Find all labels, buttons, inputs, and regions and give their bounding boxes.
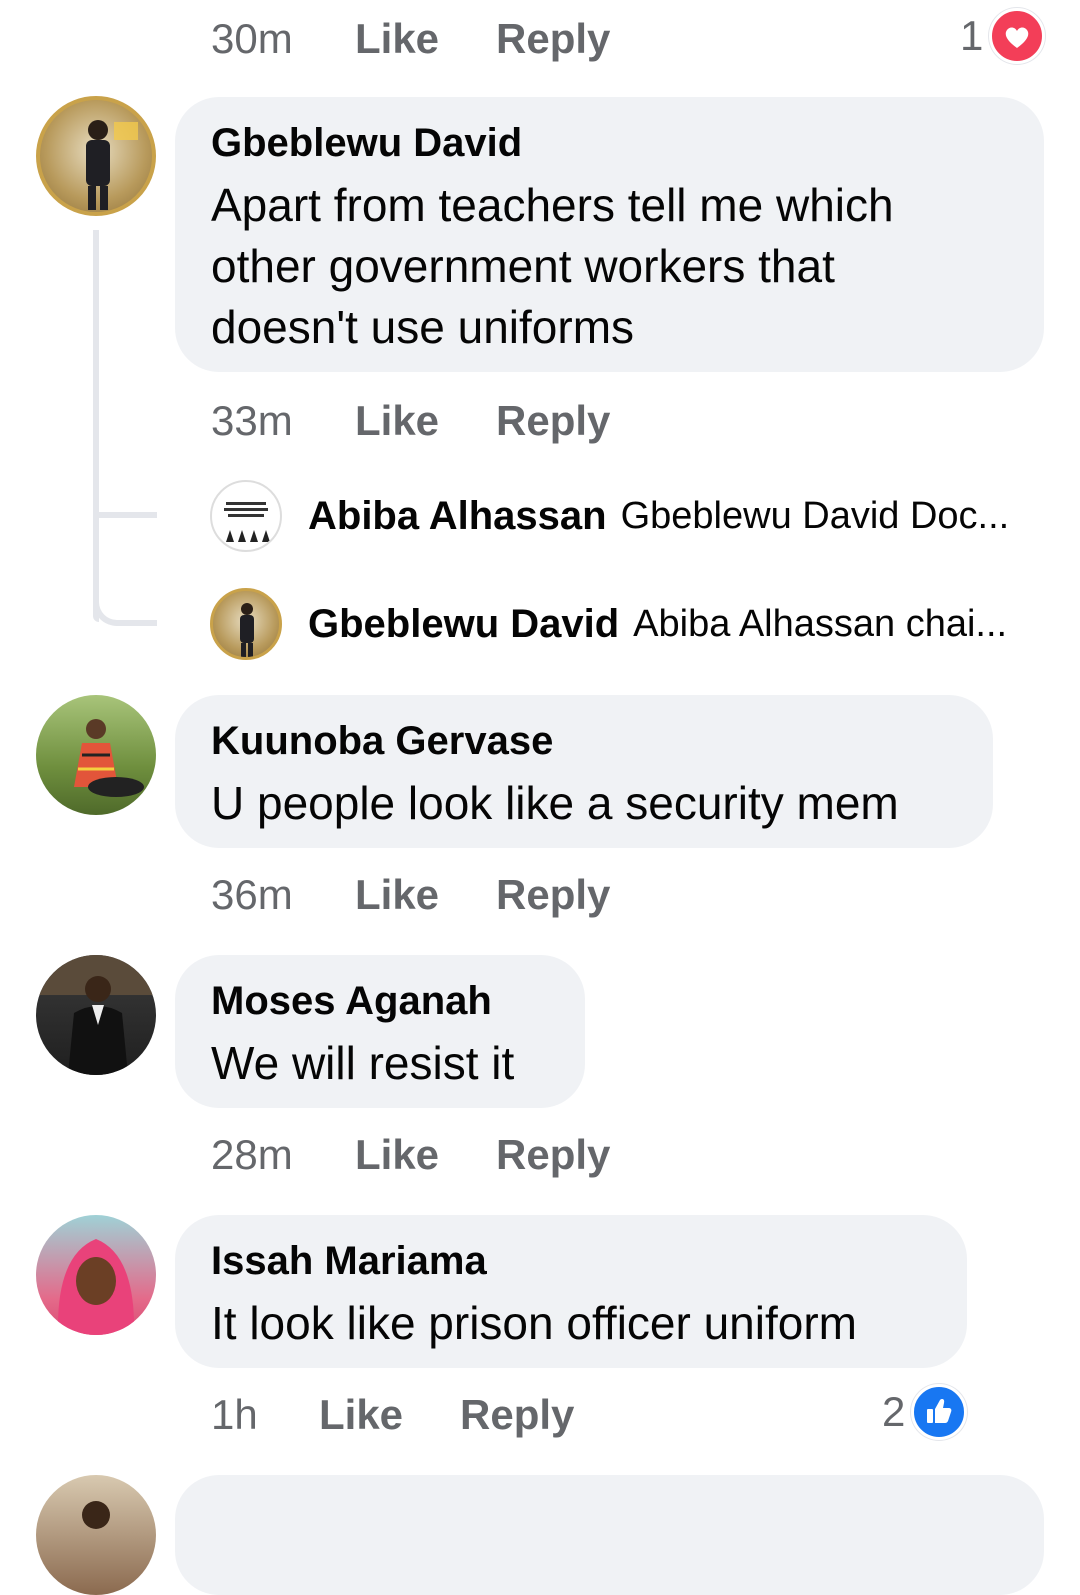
reply-button[interactable]: Reply [496, 1130, 610, 1180]
like-button[interactable]: Like [319, 1390, 460, 1440]
timestamp: 1h [211, 1391, 258, 1438]
reply-preview[interactable]: Abiba Alhassan Gbeblewu David Doc... [210, 480, 1040, 552]
like-button[interactable]: Like [355, 870, 496, 920]
avatar[interactable] [210, 588, 282, 660]
comment-text: U people look like a security mem [211, 777, 899, 829]
comment-bubble [175, 1475, 1044, 1595]
reaction-summary[interactable]: 1 [960, 8, 1046, 64]
comment-text: Apart from teachers tell me which other … [211, 179, 894, 353]
quote-image-icon [224, 502, 270, 542]
reaction-count: 1 [960, 12, 984, 59]
avatar[interactable] [36, 1475, 156, 1595]
avatar[interactable] [210, 480, 282, 552]
comment-bubble: Kuunoba Gervase U people look like a sec… [175, 695, 993, 848]
comment-actions: 36m Like Reply [211, 870, 610, 920]
comment-text: We will resist it [211, 1037, 515, 1089]
comment-actions: 28m Like Reply [211, 1130, 610, 1180]
avatar[interactable] [36, 695, 156, 815]
reaction-count: 2 [882, 1388, 906, 1435]
timestamp: 33m [211, 397, 293, 444]
reply-button[interactable]: Reply [496, 396, 610, 446]
thread-branch [93, 590, 157, 626]
comment-author[interactable]: Gbeblewu David [211, 119, 1008, 167]
reply-author[interactable]: Abiba Alhassan [308, 494, 607, 539]
child-photo-icon [74, 719, 144, 797]
comment-author[interactable]: Moses Aganah [211, 977, 549, 1025]
thumbs-up-icon [911, 1384, 968, 1440]
person-photo-icon [57, 1239, 135, 1335]
person-photo-icon [36, 955, 156, 1075]
reply-author[interactable]: Gbeblewu David [308, 602, 619, 647]
like-button[interactable]: Like [355, 396, 496, 446]
thread-branch [93, 512, 157, 518]
comment-text: It look like prison officer uniform [211, 1297, 857, 1349]
reply-button[interactable]: Reply [496, 870, 610, 920]
comment-bubble: Gbeblewu David Apart from teachers tell … [175, 97, 1044, 372]
comment-author[interactable]: Kuunoba Gervase [211, 717, 957, 765]
comment-author[interactable]: Issah Mariama [211, 1237, 931, 1285]
person-photo-icon [82, 1501, 110, 1529]
heart-icon [989, 8, 1046, 64]
like-button[interactable]: Like [355, 14, 496, 64]
reply-preview[interactable]: Gbeblewu David Abiba Alhassan chai... [210, 588, 1040, 660]
person-photo-icon [240, 603, 254, 657]
comment-actions: 33m Like Reply [211, 396, 610, 446]
reaction-summary[interactable]: 2 [882, 1384, 968, 1440]
comment-bubble: Issah Mariama It look like prison office… [175, 1215, 967, 1368]
comment-bubble: Moses Aganah We will resist it [175, 955, 585, 1108]
timestamp: 30m [211, 15, 293, 62]
avatar[interactable] [36, 1215, 156, 1335]
reply-text: Gbeblewu David Doc... [620, 494, 1010, 537]
timestamp: 28m [211, 1131, 293, 1178]
comment-actions: 1h Like Reply [211, 1390, 574, 1440]
person-photo-icon [86, 120, 138, 210]
avatar[interactable] [36, 96, 156, 216]
thread-line [93, 230, 99, 622]
reply-text: Abiba Alhassan chai... [633, 602, 1008, 645]
reply-button[interactable]: Reply [496, 14, 610, 64]
reply-button[interactable]: Reply [460, 1390, 574, 1440]
comment-actions-top: 30m Like Reply [211, 14, 610, 64]
timestamp: 36m [211, 871, 293, 918]
avatar[interactable] [36, 955, 156, 1075]
like-button[interactable]: Like [355, 1130, 496, 1180]
